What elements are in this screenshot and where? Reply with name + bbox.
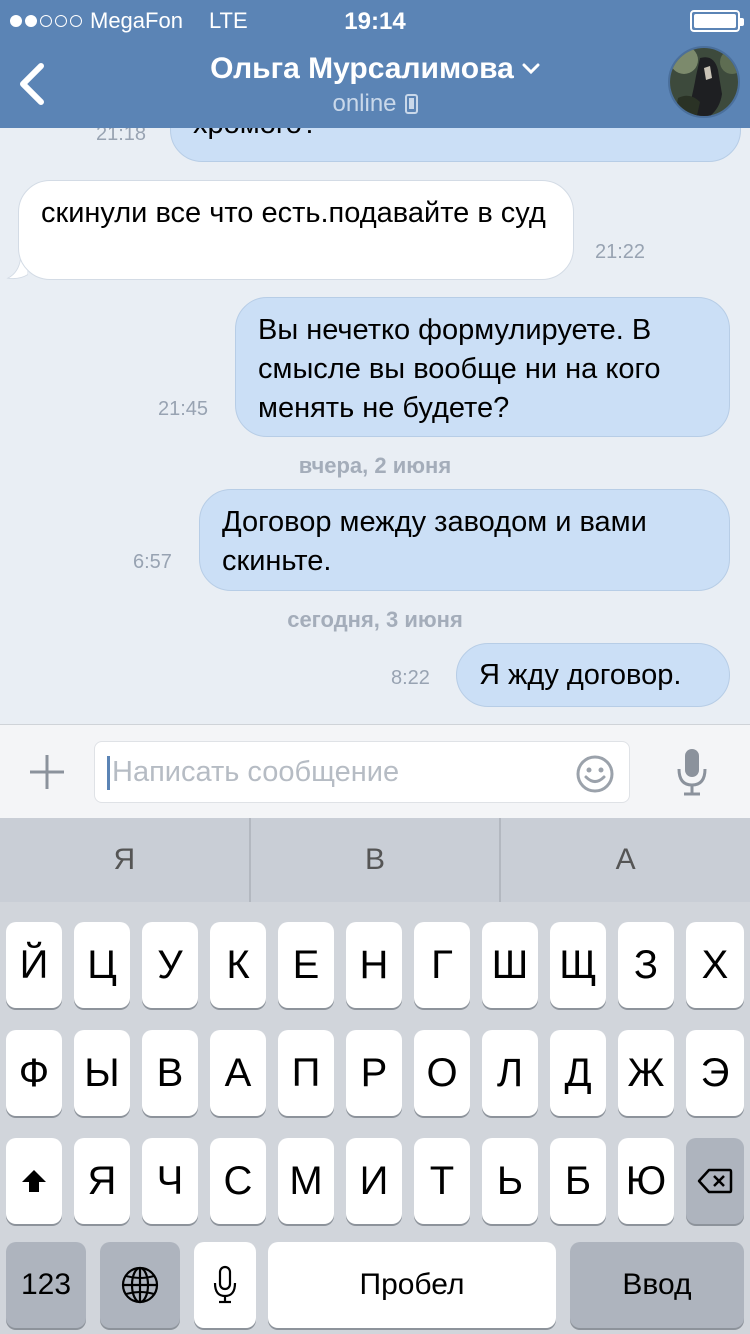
suggestion[interactable]: Я [0,818,249,902]
backspace-icon [697,1168,733,1194]
message-text: скинули все что есть.подавайте в суд [41,197,546,229]
message-bubble-incoming[interactable]: скинули все что есть.подавайте в суд [18,180,574,280]
key[interactable]: И [346,1138,402,1224]
key[interactable]: Г [414,922,470,1008]
message-input[interactable]: Написать сообщение [94,741,630,803]
shift-arrow-icon [22,1170,46,1192]
microphone-icon[interactable] [674,747,710,797]
avatar[interactable] [668,46,740,118]
message-composer: Написать сообщение [0,724,750,818]
key[interactable]: Ч [142,1138,198,1224]
globe-icon [121,1266,159,1304]
key[interactable]: Е [278,922,334,1008]
text-caret [107,756,110,790]
numbers-key[interactable]: 123 [6,1242,86,1328]
keyboard: Я В А Й Ц У К Е Н Г Ш Щ З Х Ф Ы В А П Р … [0,818,750,1334]
key[interactable]: Щ [550,922,606,1008]
key[interactable]: У [142,922,198,1008]
message-list[interactable]: 21:18 хромого? скинули все что есть.пода… [0,128,750,724]
key[interactable]: М [278,1138,334,1224]
contact-name: Ольга Мурсалимова [210,52,514,85]
message-time: 21:45 [158,398,209,420]
key[interactable]: Б [550,1138,606,1224]
predictive-bar: Я В А [0,818,750,902]
mobile-phone-icon [404,94,418,114]
key[interactable]: А [210,1030,266,1116]
message-text: Вы нечетко формулируете. В смысле вы воо… [258,314,661,424]
key[interactable]: Й [6,922,62,1008]
battery-icon [690,10,744,32]
chevron-down-icon [522,63,540,75]
key[interactable]: Ц [74,922,130,1008]
key[interactable]: Н [346,922,402,1008]
emoji-smile-icon[interactable] [575,754,615,794]
key[interactable]: З [618,922,674,1008]
message-time: 21:18 [96,128,147,145]
return-key[interactable]: Ввод [570,1242,744,1328]
date-separator: сегодня, 3 июня [287,607,463,632]
microphone-icon [213,1265,237,1304]
back-button[interactable] [12,58,52,110]
message-bubble-outgoing[interactable]: Я жду договор. [456,643,730,707]
avatar-image [670,48,738,116]
message-bubble-outgoing[interactable]: Договор между заводом и вами скиньте. [199,489,730,591]
key[interactable]: Л [482,1030,538,1116]
key[interactable]: В [142,1030,198,1116]
message-text: Договор между заводом и вами скиньте. [222,506,647,577]
globe-key[interactable] [100,1242,180,1328]
key[interactable]: К [210,922,266,1008]
message-bubble-outgoing[interactable]: Вы нечетко формулируете. В смысле вы воо… [235,297,730,437]
message-bubble-outgoing[interactable]: хромого? [170,128,741,162]
suggestion[interactable]: А [499,818,750,902]
key[interactable]: Д [550,1030,606,1116]
contact-status: online [332,90,397,117]
message-time: 6:57 [133,551,172,573]
message-time: 21:22 [595,241,646,263]
backspace-key[interactable] [686,1138,744,1224]
chevron-left-icon [20,63,44,105]
status-time: 19:14 [344,8,406,35]
key[interactable]: Р [346,1030,402,1116]
key[interactable]: Ы [74,1030,130,1116]
key[interactable]: Ж [618,1030,674,1116]
attach-plus-icon[interactable] [28,753,66,791]
key[interactable]: Х [686,922,744,1008]
key[interactable]: Ь [482,1138,538,1224]
key[interactable]: Т [414,1138,470,1224]
key[interactable]: С [210,1138,266,1224]
suggestion[interactable]: В [248,818,500,902]
space-key[interactable]: Пробел [268,1242,556,1328]
shift-key[interactable] [6,1138,62,1224]
key[interactable]: П [278,1030,334,1116]
key[interactable]: Я [74,1138,130,1224]
key[interactable]: Ю [618,1138,674,1224]
nav-header: MegaFon LTE 19:14 Ольга Мурсалимова onli… [0,0,750,128]
dictation-key[interactable] [194,1242,256,1328]
message-time: 8:22 [391,667,430,689]
message-text: Я жду договор. [479,659,682,691]
date-separator: вчера, 2 июня [298,453,452,478]
key[interactable]: Ф [6,1030,62,1116]
key[interactable]: О [414,1030,470,1116]
conversation-title[interactable]: Ольга Мурсалимова online [150,52,600,118]
message-input-placeholder: Написать сообщение [112,756,400,788]
key[interactable]: Ш [482,922,538,1008]
key[interactable]: Э [686,1030,744,1116]
message-text: хромого? [193,128,318,140]
